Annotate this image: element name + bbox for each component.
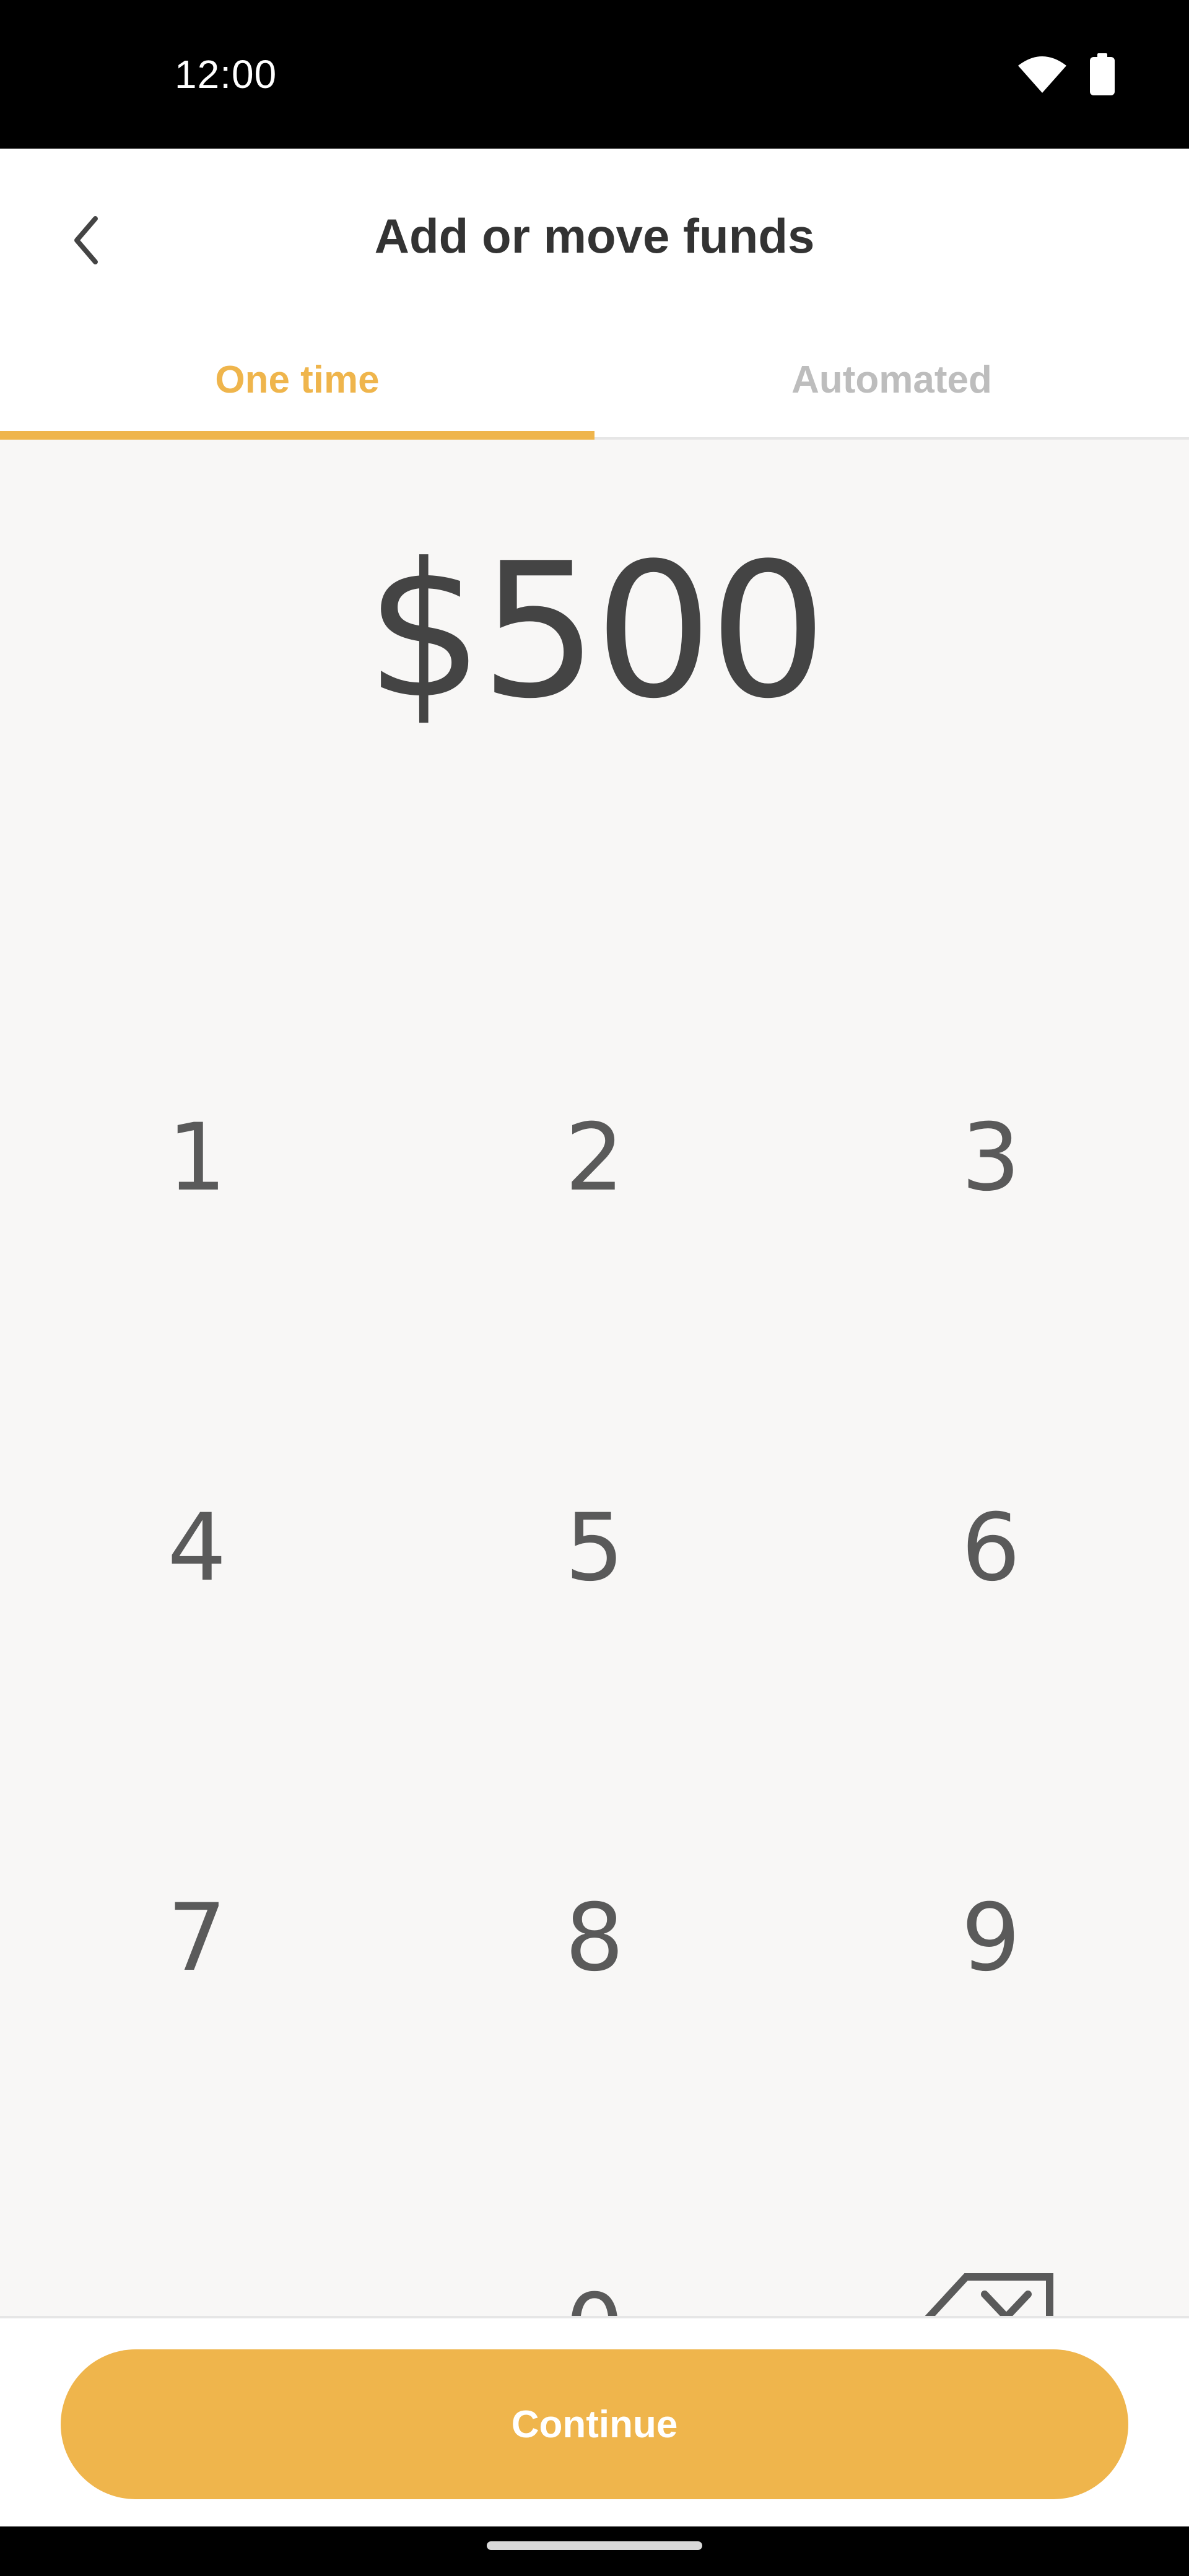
continue-button[interactable]: Continue	[61, 2349, 1128, 2499]
wifi-icon	[1016, 54, 1069, 94]
key-7[interactable]: 7	[36, 1827, 358, 2050]
key-6[interactable]: 6	[830, 1437, 1152, 1660]
tabs: One time Automated	[0, 322, 1189, 440]
tab-label: Automated	[791, 358, 992, 401]
key-1[interactable]: 1	[36, 1046, 358, 1269]
system-nav-bar	[0, 2526, 1189, 2576]
page-title: Add or move funds	[374, 209, 815, 263]
keypad-area: $500 1 2 3 4 5 6 7 8 9 0	[0, 440, 1189, 2382]
key-3[interactable]: 3	[830, 1046, 1152, 1269]
home-indicator[interactable]	[487, 2541, 702, 2550]
key-2[interactable]: 2	[433, 1046, 756, 1269]
key-9[interactable]: 9	[830, 1827, 1152, 2050]
battery-icon	[1090, 53, 1115, 95]
tab-active-indicator	[0, 431, 594, 440]
amount-display: $500	[365, 523, 827, 739]
key-5[interactable]: 5	[433, 1437, 756, 1660]
tab-automated[interactable]: Automated	[594, 322, 1189, 437]
status-icons	[1016, 53, 1115, 95]
key-4[interactable]: 4	[36, 1437, 358, 1660]
tab-label: One time	[215, 358, 380, 401]
key-8[interactable]: 8	[433, 1827, 756, 2050]
continue-label: Continue	[511, 2403, 678, 2446]
tab-one-time[interactable]: One time	[0, 322, 594, 440]
status-bar: 12:00	[0, 0, 1189, 149]
status-time: 12:00	[175, 52, 277, 97]
app-bar: Add or move funds	[0, 149, 1189, 322]
bottom-bar: Continue	[0, 2316, 1189, 2526]
